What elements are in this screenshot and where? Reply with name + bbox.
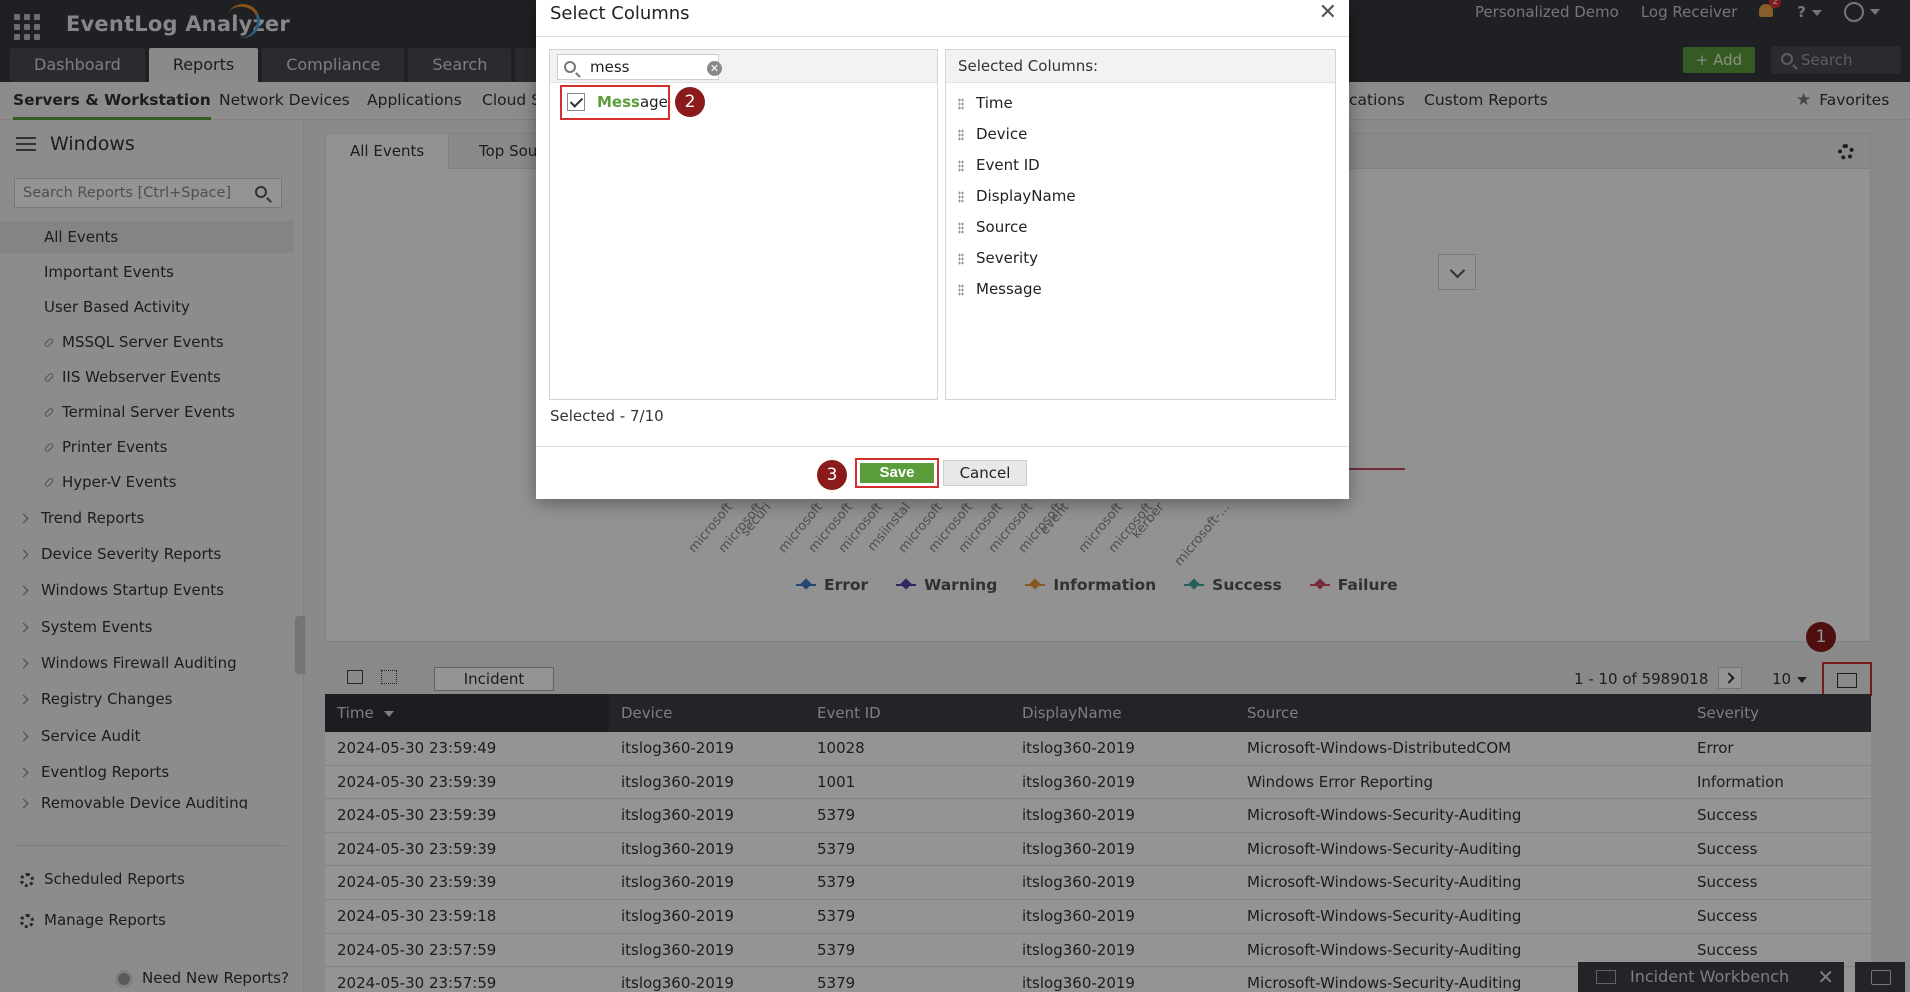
drag-handle-icon[interactable] <box>958 159 964 172</box>
save-button-highlight: Save <box>855 458 939 488</box>
dialog-divider <box>536 36 1349 37</box>
selected-column-item[interactable]: Device <box>958 125 1027 143</box>
drag-handle-icon[interactable] <box>958 190 964 203</box>
column-search-input[interactable] <box>557 54 719 80</box>
column-option-message[interactable]: Message <box>560 85 670 120</box>
save-button[interactable]: Save <box>860 463 934 483</box>
checkbox-checked[interactable] <box>567 93 585 111</box>
step-badge-3: 3 <box>817 460 847 490</box>
selected-column-item[interactable]: Severity <box>958 249 1038 267</box>
drag-handle-icon[interactable] <box>958 221 964 234</box>
selected-column-label: Time <box>976 94 1013 112</box>
dialog-title: Select Columns <box>550 3 690 24</box>
selected-column-item[interactable]: Source <box>958 218 1028 236</box>
available-columns-box: ✕ Message 2 <box>549 49 938 400</box>
close-icon[interactable]: ✕ <box>1319 0 1337 25</box>
selected-column-label: Source <box>976 218 1028 236</box>
selected-column-label: Message <box>976 280 1042 298</box>
drag-handle-icon[interactable] <box>958 128 964 141</box>
selected-column-label: Severity <box>976 249 1038 267</box>
selected-columns-header: Selected Columns: <box>946 50 1335 83</box>
search-match-highlight: Mess <box>597 93 640 111</box>
selected-column-item[interactable]: Event ID <box>958 156 1040 174</box>
clear-search-icon[interactable]: ✕ <box>707 61 722 76</box>
selected-column-item[interactable]: DisplayName <box>958 187 1076 205</box>
cancel-button[interactable]: Cancel <box>943 460 1027 486</box>
column-option-label: Message <box>597 93 668 111</box>
dialog-footer-divider <box>536 446 1349 447</box>
available-columns-header: ✕ <box>550 50 937 83</box>
step-badge-2: 2 <box>675 87 705 117</box>
select-columns-dialog: Select Columns ✕ ✕ Message 2 Selected Co… <box>536 0 1349 499</box>
selected-column-label: Device <box>976 125 1028 143</box>
selected-column-label: Event ID <box>976 156 1040 174</box>
selected-column-item[interactable]: Time <box>958 94 1013 112</box>
drag-handle-icon[interactable] <box>958 283 964 296</box>
selected-column-label: DisplayName <box>976 187 1076 205</box>
option-label-rest: age <box>639 93 668 111</box>
drag-handle-icon[interactable] <box>958 252 964 265</box>
search-icon <box>564 61 576 73</box>
selected-count: Selected - 7/10 <box>550 407 664 425</box>
selected-columns-box: Selected Columns: Time Device Event ID Disp… <box>945 49 1336 400</box>
drag-handle-icon[interactable] <box>958 97 964 110</box>
selected-column-item[interactable]: Message <box>958 280 1042 298</box>
